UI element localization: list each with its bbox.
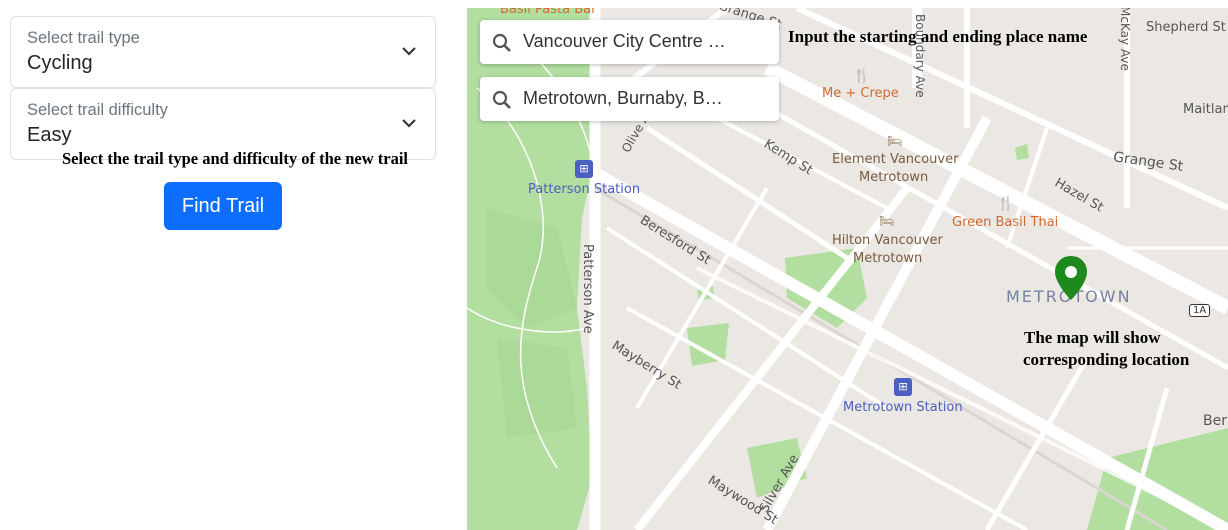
form-caption: Select the trail type and difficulty of … xyxy=(62,149,408,168)
transit-station-icon: ⊞ xyxy=(575,160,593,178)
start-location-text: Vancouver City Centre … xyxy=(523,31,726,51)
poi-hilton-metrotown: Metrotown xyxy=(853,251,923,266)
end-location-text: Metrotown, Burnaby, B… xyxy=(523,88,723,108)
hotel-icon: 🛏 xyxy=(879,214,895,228)
street-shepherd-st: Shepherd St xyxy=(1146,20,1226,35)
search-icon xyxy=(492,33,511,52)
annotation-map-line1: The map will show xyxy=(1024,328,1161,347)
poi-me-crepe-icon: 🍴 xyxy=(853,68,871,84)
end-location-input[interactable]: Metrotown, Burnaby, B… xyxy=(480,77,779,121)
poi-green-basil-thai: Green Basil Thai xyxy=(952,215,1059,230)
trail-difficulty-label: Select trail difficulty xyxy=(27,101,168,119)
transit-metrotown-station: Metrotown Station xyxy=(843,400,963,415)
poi-green-basil-icon: 🍴 xyxy=(997,196,1015,212)
street-mckay-ave: McKay Ave xyxy=(1118,8,1132,71)
street-ber: Ber xyxy=(1203,413,1227,429)
transit-station-icon: ⊞ xyxy=(894,378,912,396)
start-location-input[interactable]: Vancouver City Centre … xyxy=(480,20,779,64)
trail-difficulty-value: Easy xyxy=(27,124,72,146)
trail-type-select[interactable]: Select trail type Cycling xyxy=(10,16,436,88)
find-trail-button[interactable]: Find Trail xyxy=(164,182,282,230)
annotation-map-line2: corresponding location xyxy=(1023,350,1190,369)
poi-element-metrotown: Metrotown xyxy=(859,170,929,185)
transit-patterson-station: Patterson Station xyxy=(528,182,641,197)
hotel-icon: 🛏 xyxy=(887,134,903,148)
trail-type-label: Select trail type xyxy=(27,29,140,47)
chevron-down-icon xyxy=(402,47,416,56)
poi-element-vancouver: Element Vancouver xyxy=(832,152,959,167)
street-maitland: Maitlan xyxy=(1183,102,1228,117)
street-patterson-ave: Patterson Ave xyxy=(580,244,595,334)
chevron-down-icon xyxy=(402,119,416,128)
poi-me-crepe: Me + Crepe xyxy=(822,86,899,101)
annotation-input-places: Input the starting and ending place name xyxy=(788,27,1088,46)
poi-hilton-vancouver: Hilton Vancouver xyxy=(832,233,943,248)
poi-basil-pasta-bar: Basil Pasta Bar xyxy=(500,8,597,17)
route-1a-shield: 1A xyxy=(1189,304,1211,317)
location-pin-icon[interactable] xyxy=(1052,254,1090,302)
search-icon xyxy=(492,90,511,109)
trail-type-value: Cycling xyxy=(27,52,93,74)
